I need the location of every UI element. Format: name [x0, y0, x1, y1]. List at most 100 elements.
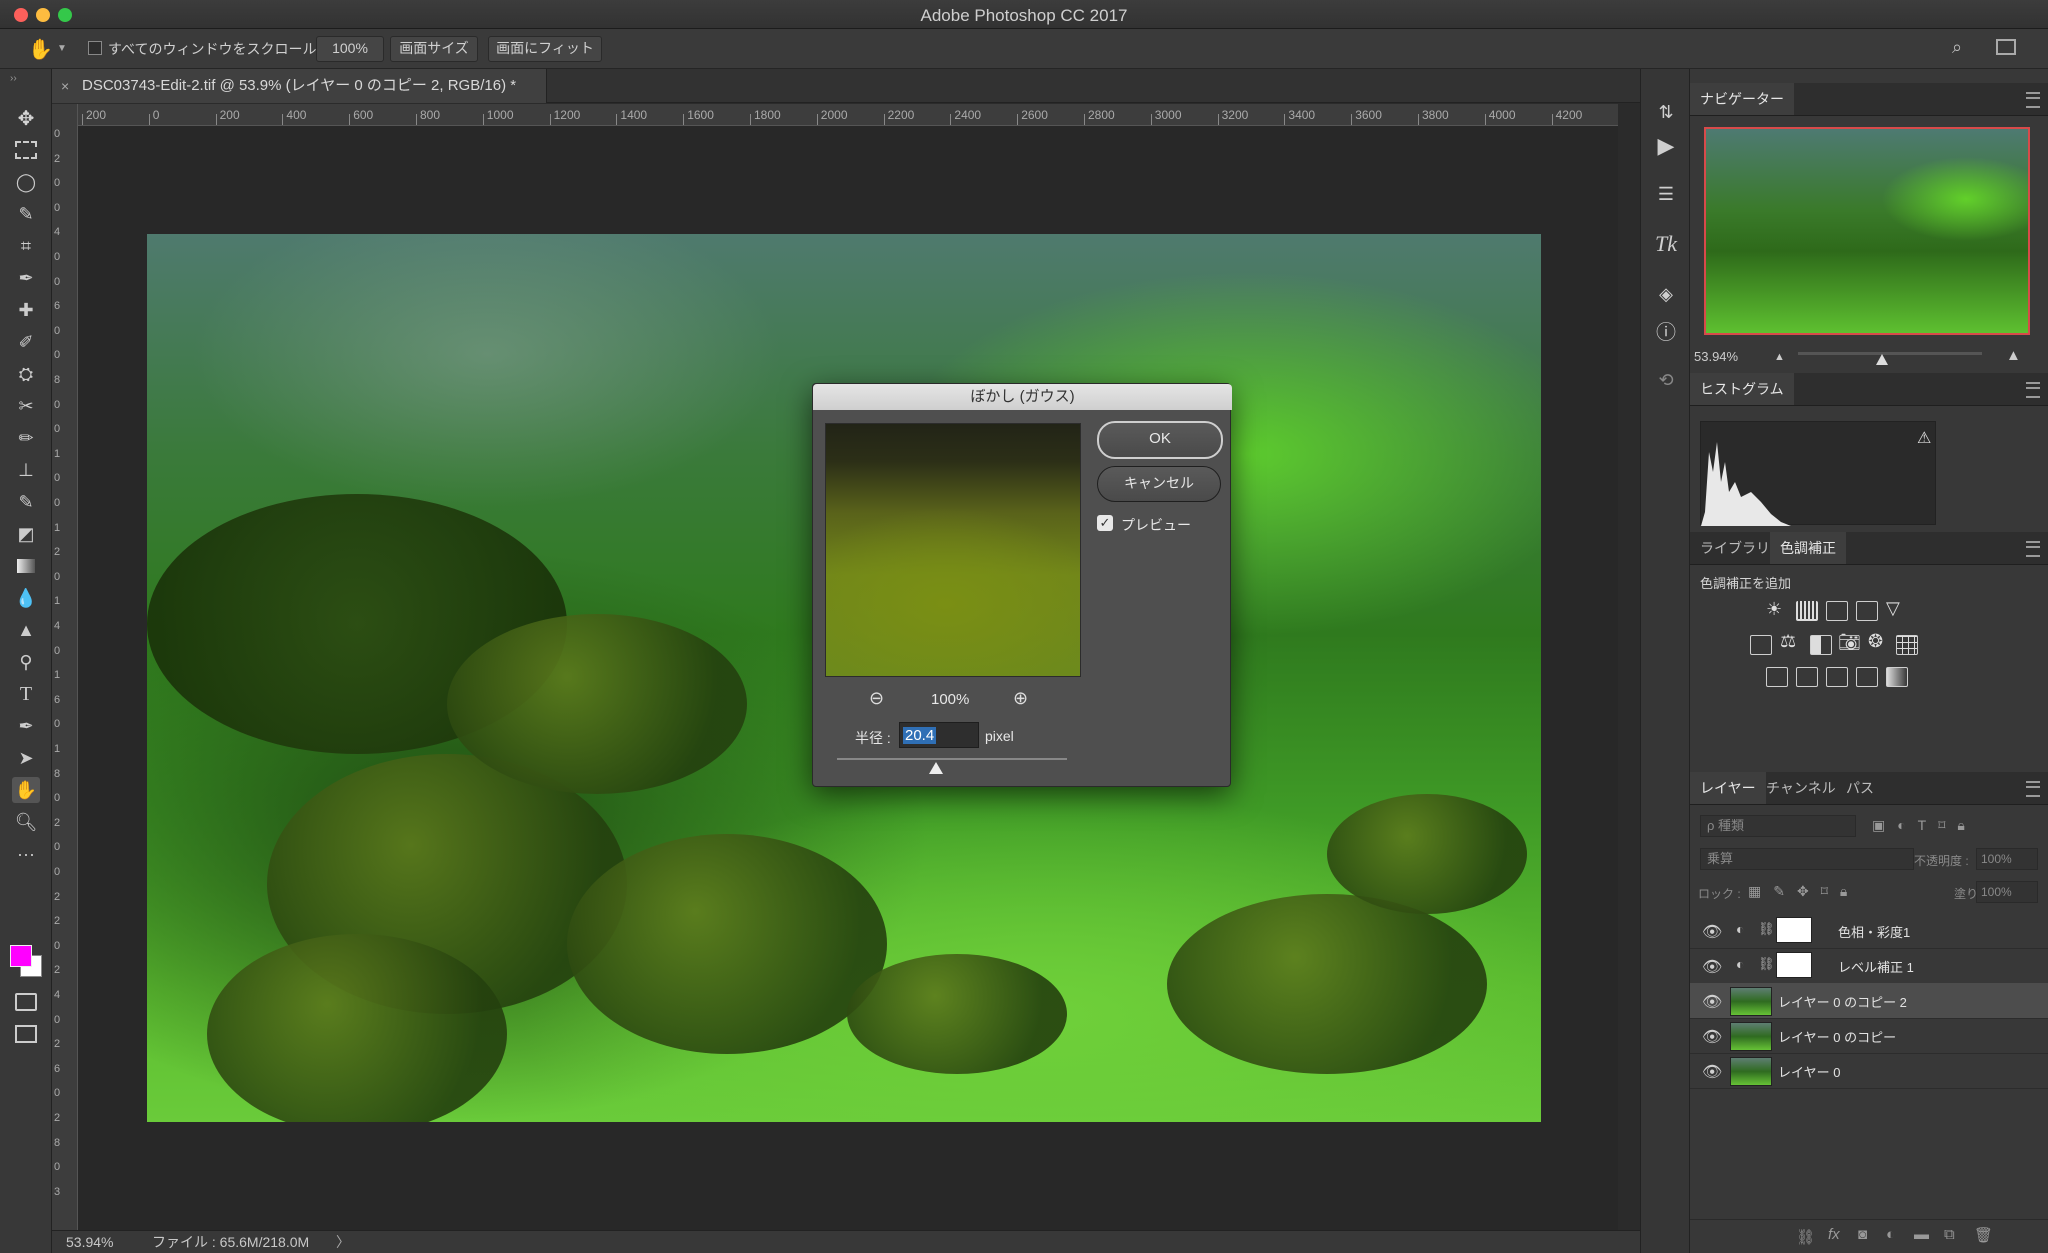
vibrance-icon[interactable]: ▽: [1886, 598, 1900, 619]
gradient-map-icon[interactable]: [1886, 667, 1908, 687]
sharpen-tool-icon[interactable]: ▲: [12, 617, 40, 643]
layer-row[interactable]: 👁︎ ◐ ⛓ 色相・彩度1: [1690, 913, 2048, 949]
zoom-in-icon[interactable]: ⊕: [1013, 688, 1028, 709]
levels-icon[interactable]: [1796, 601, 1818, 621]
gradient-tool-icon[interactable]: [12, 553, 40, 579]
screen-size-button[interactable]: 画面サイズ: [390, 36, 478, 62]
libraries-panel-icon[interactable]: ◈: [1653, 281, 1679, 307]
link-layers-icon[interactable]: ⛓: [1796, 1228, 1815, 1246]
quick-selection-tool-icon[interactable]: ✎: [12, 201, 40, 227]
exposure-icon[interactable]: [1856, 601, 1878, 621]
status-menu-arrow[interactable]: 〉: [336, 1231, 350, 1253]
histogram-menu-icon[interactable]: [2026, 382, 2040, 398]
warning-icon[interactable]: ⚠: [1917, 428, 1931, 448]
hue-saturation-icon[interactable]: [1750, 635, 1772, 655]
status-zoom[interactable]: 53.94%: [66, 1231, 113, 1253]
link-icon[interactable]: ⛓: [1758, 956, 1775, 972]
fill-input[interactable]: 100%: [1976, 881, 2038, 903]
actions-panel-icon[interactable]: ▶: [1653, 133, 1679, 159]
opacity-input[interactable]: 100%: [1976, 848, 2038, 870]
tk-panel-icon[interactable]: Tk: [1653, 231, 1679, 257]
layer-row-selected[interactable]: 👁︎ レイヤー 0 のコピー 2: [1690, 983, 2048, 1019]
navigator-zoom[interactable]: 53.94%: [1694, 349, 1738, 364]
navigator-zoom-handle[interactable]: [1876, 354, 1888, 365]
layer-filter-select[interactable]: ρ 種類: [1700, 815, 1856, 837]
blend-mode-select[interactable]: 乗算: [1700, 848, 1914, 870]
color-lookup-icon[interactable]: [1896, 635, 1918, 655]
tab-paths[interactable]: パス: [1836, 772, 1884, 804]
stamp-tool-icon[interactable]: ⛭: [12, 361, 40, 387]
tab-navigator[interactable]: ナビゲーター: [1690, 83, 1794, 115]
blur-preview[interactable]: [825, 423, 1081, 677]
layer-row[interactable]: 👁︎ レイヤー 0: [1690, 1053, 2048, 1089]
adjustments-menu-icon[interactable]: [2026, 541, 2040, 557]
cancel-button[interactable]: キャンセル: [1097, 466, 1221, 502]
type-tool-icon[interactable]: T: [12, 681, 40, 707]
brush-tool-icon[interactable]: ✐: [12, 329, 40, 355]
dodge-tool-icon[interactable]: ⚲: [12, 649, 40, 675]
layer-mask-thumbnail[interactable]: [1776, 952, 1812, 978]
lock-icons[interactable]: ▦✎✥⌑🔒︎: [1748, 883, 1859, 900]
more-tools-icon[interactable]: ···: [12, 841, 40, 867]
zoom-tool-icon[interactable]: 🔍︎: [12, 809, 40, 835]
layer-thumbnail[interactable]: [1730, 1057, 1772, 1086]
canvas-area[interactable]: ぼかし (ガウス) OK キャンセル ✓ プレビュー ⊖ 100% ⊕ 半径 :…: [78, 126, 1618, 1230]
layers-menu-icon[interactable]: [2026, 781, 2040, 797]
eyedropper-tool-icon[interactable]: ✒: [12, 265, 40, 291]
search-icon[interactable]: ⌕: [1952, 37, 1962, 58]
zoom-in-mountain-icon[interactable]: ▲: [2006, 347, 2021, 364]
layer-thumbnail[interactable]: [1730, 1022, 1772, 1051]
radius-slider-track[interactable]: [837, 758, 1067, 760]
threshold-icon[interactable]: [1826, 667, 1848, 687]
lasso-tool-icon[interactable]: ◯: [12, 169, 40, 195]
trash-icon[interactable]: 🗑︎: [1974, 1226, 1993, 1244]
tab-adjustments[interactable]: 色調補正: [1770, 532, 1846, 564]
invert-icon[interactable]: [1766, 667, 1788, 687]
tab-libraries[interactable]: ライブラリ: [1690, 532, 1780, 564]
visibility-eye-icon[interactable]: 👁︎: [1702, 922, 1722, 942]
layer-row[interactable]: 👁︎ ◐ ⛓ レベル補正 1: [1690, 948, 2048, 984]
layer-thumbnail[interactable]: [1730, 987, 1772, 1016]
layer-row[interactable]: 👁︎ レイヤー 0 のコピー: [1690, 1018, 2048, 1054]
properties-panel-icon[interactable]: ☰: [1653, 181, 1679, 207]
hand-tool-preset-icon[interactable]: ✋: [28, 37, 53, 62]
history-brush-tool-icon[interactable]: ✂: [12, 393, 40, 419]
ok-button[interactable]: OK: [1097, 421, 1223, 459]
navigator-thumbnail[interactable]: [1704, 127, 2030, 335]
fx-icon[interactable]: fx: [1828, 1226, 1840, 1243]
preview-checkbox[interactable]: ✓: [1097, 515, 1113, 531]
hand-tool-icon[interactable]: ✋: [12, 777, 40, 803]
paint-brush-tool-icon[interactable]: ✏: [12, 425, 40, 451]
crop-tool-icon[interactable]: ⌗: [12, 233, 40, 259]
tab-histogram[interactable]: ヒストグラム: [1690, 373, 1794, 405]
photo-filter-icon[interactable]: 📷︎: [1838, 632, 1861, 653]
zoom-out-icon[interactable]: ⊖: [869, 688, 884, 709]
black-white-icon[interactable]: [1810, 635, 1832, 655]
add-mask-icon[interactable]: ◙: [1858, 1226, 1867, 1243]
quick-mask-icon[interactable]: [12, 989, 40, 1015]
zoom-100-button[interactable]: 100%: [316, 36, 384, 62]
path-selection-tool-icon[interactable]: ➤: [12, 745, 40, 771]
layer-filter-icons[interactable]: ▣◐T⌑🔒︎: [1872, 817, 1977, 834]
visibility-eye-icon[interactable]: 👁︎: [1702, 1062, 1722, 1082]
history-panel-icon[interactable]: ⇅: [1653, 99, 1679, 125]
navigator-menu-icon[interactable]: [2026, 92, 2040, 108]
channel-mixer-icon[interactable]: ❂: [1868, 631, 1883, 652]
healing-brush-tool-icon[interactable]: ✚: [12, 297, 40, 323]
curves-icon[interactable]: [1826, 601, 1848, 621]
move-tool-icon[interactable]: ✥: [12, 105, 40, 131]
eraser-tool-icon[interactable]: ◩: [12, 521, 40, 547]
color-balance-icon[interactable]: ⚖: [1780, 631, 1796, 652]
collapse-toolbar-icon[interactable]: ››: [10, 73, 17, 84]
selective-color-icon[interactable]: [1856, 667, 1878, 687]
info-panel-icon[interactable]: ⓘ: [1653, 317, 1679, 344]
foreground-color-swatch[interactable]: [10, 945, 32, 967]
close-tab-icon[interactable]: ×: [61, 69, 69, 103]
brightness-contrast-icon[interactable]: ☀: [1766, 599, 1782, 620]
visibility-eye-icon[interactable]: 👁︎: [1702, 1027, 1722, 1047]
chevron-down-icon[interactable]: ▼: [57, 43, 67, 54]
workspace-icon[interactable]: [1996, 39, 2016, 55]
marquee-tool-icon[interactable]: [12, 137, 40, 163]
visibility-eye-icon[interactable]: 👁︎: [1702, 957, 1722, 977]
radius-input[interactable]: 20.4: [899, 722, 979, 748]
